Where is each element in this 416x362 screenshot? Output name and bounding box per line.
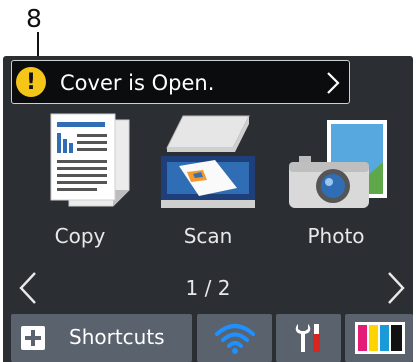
photo-icon [289,120,387,208]
page-indicator: 1 / 2 [185,276,231,300]
scan-icon [161,115,255,208]
app-grid: Copy Scan Photo [3,108,413,258]
scan-app-button[interactable]: Scan [143,108,273,258]
ink-button[interactable] [345,314,413,362]
scan-label: Scan [183,224,233,248]
status-message: Cover is Open. [60,71,215,95]
photo-app-button[interactable]: Photo [271,108,401,258]
wifi-button[interactable] [197,314,272,362]
wifi-icon [215,324,255,354]
status-message-bar[interactable]: ! Cover is Open. [11,60,350,104]
copy-label: Copy [54,224,106,248]
page-navigator: 1 / 2 [3,266,413,310]
copy-icon [50,113,130,207]
touchscreen: ! Cover is Open. Copy Scan Photo 1 / 2 S… [3,56,413,362]
settings-button[interactable] [276,314,341,362]
ink-cartridge-icon [355,322,405,354]
plus-icon [21,326,45,350]
callout-number: 8 [26,4,42,33]
photo-label: Photo [307,224,365,248]
copy-app-button[interactable]: Copy [15,108,145,258]
tools-icon [295,324,320,352]
chevron-left-icon[interactable] [17,270,39,306]
chevron-right-icon [327,72,340,94]
shortcuts-button[interactable]: Shortcuts [11,314,192,362]
bottom-toolbar: Shortcuts [3,314,413,362]
shortcuts-label: Shortcuts [69,325,165,349]
chevron-right-icon[interactable] [385,270,407,306]
warning-icon: ! [16,67,46,97]
